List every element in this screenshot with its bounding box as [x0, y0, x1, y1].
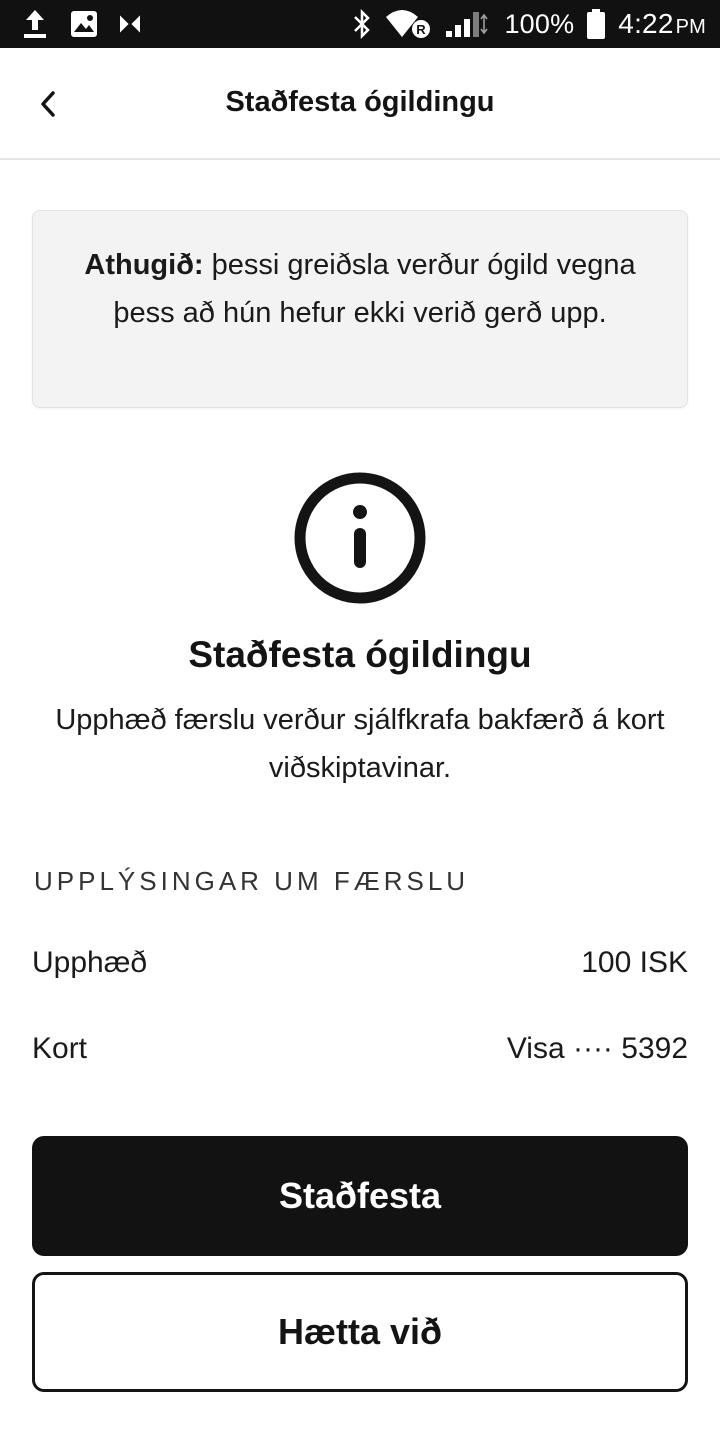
image-icon	[70, 10, 98, 38]
confirm-button[interactable]: Staðfesta	[32, 1136, 688, 1256]
confirm-heading: Staðfesta ógildingu	[188, 634, 532, 675]
top-bar: Staðfesta ógildingu	[0, 48, 720, 160]
status-bar: R 100% 4:22 PM	[0, 0, 720, 48]
card-label: Kort	[32, 1032, 88, 1065]
svg-text:R: R	[417, 22, 427, 37]
detail-row-amount: Upphæð 100 ISK	[32, 946, 688, 980]
upload-icon	[20, 8, 50, 40]
battery-icon	[586, 8, 606, 40]
battery-percent: 100%	[504, 8, 575, 39]
confirm-description: Upphæð færslu verður sjálfkrafa bakfærð …	[55, 704, 665, 784]
notice-label: Athugið:	[84, 249, 204, 281]
void-notice: Athugið: þessi greiðsla verður ógild veg…	[32, 210, 688, 408]
clock: 4:22 PM	[618, 8, 706, 39]
app-icon	[118, 10, 142, 38]
info-icon	[292, 470, 428, 606]
wifi-icon: R	[384, 9, 432, 39]
page-title: Staðfesta ógildingu	[225, 86, 495, 118]
cancel-button[interactable]: Hætta við	[32, 1272, 688, 1392]
amount-label: Upphæð	[32, 946, 148, 979]
amount-value: 100 ISK	[581, 946, 688, 979]
card-value: Visa ···· 5392	[506, 1032, 688, 1065]
detail-row-card: Kort Visa ···· 5392	[32, 1032, 688, 1066]
details-section-label: UPPLÝSINGAR UM FÆRSLU	[34, 866, 470, 896]
bluetooth-icon	[352, 9, 372, 39]
signal-icon	[444, 9, 492, 39]
